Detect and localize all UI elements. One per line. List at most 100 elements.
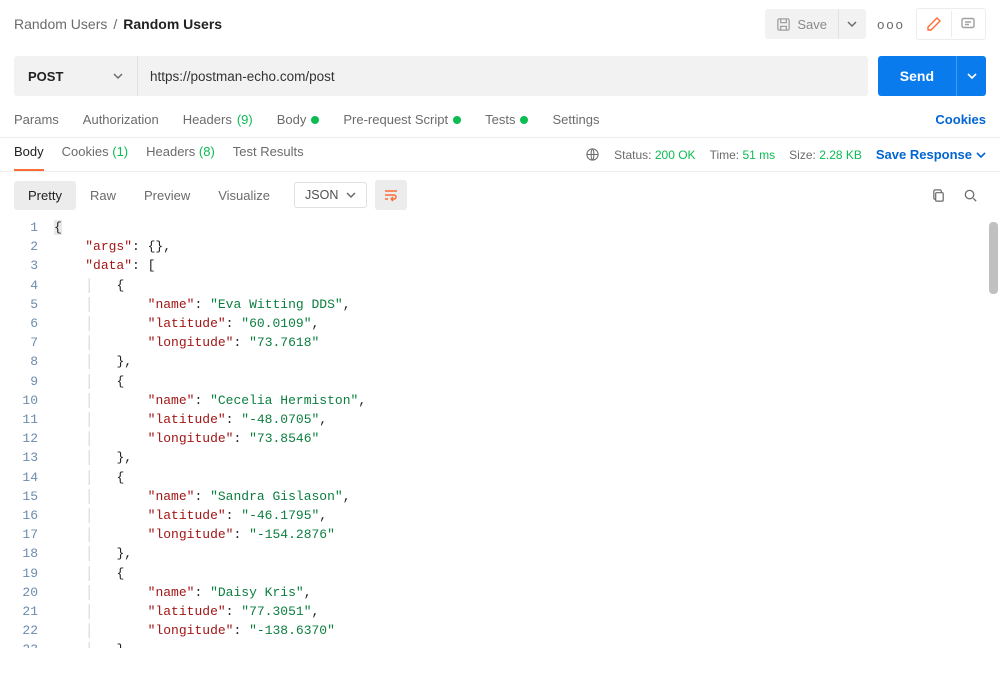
tab-headers[interactable]: Headers (9) (183, 112, 253, 137)
line-number: 12 (0, 429, 54, 448)
format-selector[interactable]: JSON (294, 182, 367, 208)
code-text: │ }, (54, 448, 132, 467)
code-text: │ }, (54, 544, 132, 563)
code-line[interactable]: 14 │ { (0, 468, 1000, 487)
resp-tab-body[interactable]: Body (14, 144, 44, 171)
tab-params[interactable]: Params (14, 112, 59, 137)
resp-tab-headers-label: Headers (146, 144, 195, 159)
code-line[interactable]: 17 │ "longitude": "-154.2876" (0, 525, 1000, 544)
method-selector[interactable]: POST (14, 56, 138, 96)
code-line[interactable]: 1{ (0, 218, 1000, 237)
save-response-button[interactable]: Save Response (876, 147, 986, 168)
viewtab-visualize[interactable]: Visualize (204, 181, 284, 210)
line-number: 1 (0, 218, 54, 237)
edit-button[interactable] (917, 9, 951, 39)
url-input[interactable] (138, 56, 868, 96)
tab-prerequest[interactable]: Pre-request Script (343, 112, 461, 137)
top-bar: Random Users / Random Users Save ooo (0, 0, 1000, 46)
save-button[interactable]: Save (765, 9, 838, 39)
tab-settings[interactable]: Settings (552, 112, 599, 137)
tab-tests-label: Tests (485, 112, 515, 127)
code-text: { (54, 218, 62, 237)
line-number: 10 (0, 391, 54, 410)
line-number: 21 (0, 602, 54, 621)
breadcrumb-root[interactable]: Random Users (14, 16, 107, 32)
tab-authorization[interactable]: Authorization (83, 112, 159, 137)
code-text: │ "longitude": "-154.2876" (54, 525, 335, 544)
code-line[interactable]: 15 │ "name": "Sandra Gislason", (0, 487, 1000, 506)
code-line[interactable]: 21 │ "latitude": "77.3051", (0, 602, 1000, 621)
globe-icon[interactable] (585, 147, 600, 162)
code-line[interactable]: 7 │ "longitude": "73.7618" (0, 333, 1000, 352)
code-text: │ "name": "Cecelia Hermiston", (54, 391, 366, 410)
code-line[interactable]: 4 │ { (0, 276, 1000, 295)
more-options-button[interactable]: ooo (876, 9, 906, 39)
code-text: │ { (54, 564, 124, 583)
code-text: │ "longitude": "-138.6370" (54, 621, 335, 640)
method-label: POST (28, 69, 63, 84)
code-line[interactable]: 19 │ { (0, 564, 1000, 583)
line-number: 14 (0, 468, 54, 487)
send-dropdown-button[interactable] (956, 56, 986, 96)
code-text: │ }, (54, 352, 132, 371)
code-line[interactable]: 18 │ }, (0, 544, 1000, 563)
copy-response-button[interactable] (922, 180, 954, 210)
viewtab-pretty[interactable]: Pretty (14, 181, 76, 210)
code-text: │ "latitude": "-48.0705", (54, 410, 327, 429)
code-text: │ { (54, 276, 124, 295)
chevron-down-icon (113, 71, 123, 81)
code-line[interactable]: 6 │ "latitude": "60.0109", (0, 314, 1000, 333)
code-line[interactable]: 20 │ "name": "Daisy Kris", (0, 583, 1000, 602)
cookies-link[interactable]: Cookies (935, 112, 986, 137)
response-code-area: 1{2 "args": {},3 "data": [4 │ {5 │ "name… (0, 218, 1000, 648)
response-toolbar: Pretty Raw Preview Visualize JSON (0, 172, 1000, 218)
line-number: 13 (0, 448, 54, 467)
code-line[interactable]: 10 │ "name": "Cecelia Hermiston", (0, 391, 1000, 410)
code-text: │ "latitude": "-46.1795", (54, 506, 327, 525)
code-line[interactable]: 3 "data": [ (0, 256, 1000, 275)
comment-button[interactable] (951, 9, 985, 39)
code-line[interactable]: 12 │ "longitude": "73.8546" (0, 429, 1000, 448)
code-line[interactable]: 22 │ "longitude": "-138.6370" (0, 621, 1000, 640)
chevron-down-icon (346, 190, 356, 200)
code-line[interactable]: 23 │ }, (0, 640, 1000, 648)
search-response-button[interactable] (954, 180, 986, 210)
pencil-icon (926, 16, 942, 32)
code-line[interactable]: 2 "args": {}, (0, 237, 1000, 256)
chevron-down-icon (847, 19, 857, 29)
context-icons (916, 8, 986, 40)
scrollbar-thumb[interactable] (989, 222, 998, 294)
send-button[interactable]: Send (878, 56, 956, 96)
code-line[interactable]: 5 │ "name": "Eva Witting DDS", (0, 295, 1000, 314)
chevron-down-icon (976, 150, 986, 160)
wrap-icon (383, 188, 399, 202)
viewtab-raw[interactable]: Raw (76, 181, 130, 210)
resp-tab-headers[interactable]: Headers (8) (146, 144, 215, 171)
request-row: POST Send (0, 56, 1000, 96)
view-mode-tabs: Pretty Raw Preview Visualize (14, 181, 284, 210)
resp-tab-test-results[interactable]: Test Results (233, 144, 304, 171)
save-dropdown-button[interactable] (838, 9, 866, 39)
breadcrumb-leaf[interactable]: Random Users (123, 16, 222, 32)
tab-headers-count: (9) (237, 112, 253, 127)
code-line[interactable]: 13 │ }, (0, 448, 1000, 467)
tab-body[interactable]: Body (277, 112, 320, 137)
line-number: 6 (0, 314, 54, 333)
tab-body-label: Body (277, 112, 307, 127)
request-tabs: Params Authorization Headers (9) Body Pr… (14, 112, 935, 137)
code-text: │ "latitude": "60.0109", (54, 314, 319, 333)
code-line[interactable]: 16 │ "latitude": "-46.1795", (0, 506, 1000, 525)
code-text: │ "latitude": "77.3051", (54, 602, 319, 621)
code-line[interactable]: 9 │ { (0, 372, 1000, 391)
code-text: │ { (54, 372, 124, 391)
wrap-lines-button[interactable] (375, 180, 407, 210)
code-line[interactable]: 11 │ "latitude": "-48.0705", (0, 410, 1000, 429)
viewtab-preview[interactable]: Preview (130, 181, 204, 210)
resp-tab-cookies[interactable]: Cookies (1) (62, 144, 128, 171)
line-number: 18 (0, 544, 54, 563)
line-number: 20 (0, 583, 54, 602)
tab-tests[interactable]: Tests (485, 112, 528, 137)
response-code-scroll[interactable]: 1{2 "args": {},3 "data": [4 │ {5 │ "name… (0, 218, 1000, 648)
status-value: 200 OK (655, 148, 696, 162)
code-line[interactable]: 8 │ }, (0, 352, 1000, 371)
